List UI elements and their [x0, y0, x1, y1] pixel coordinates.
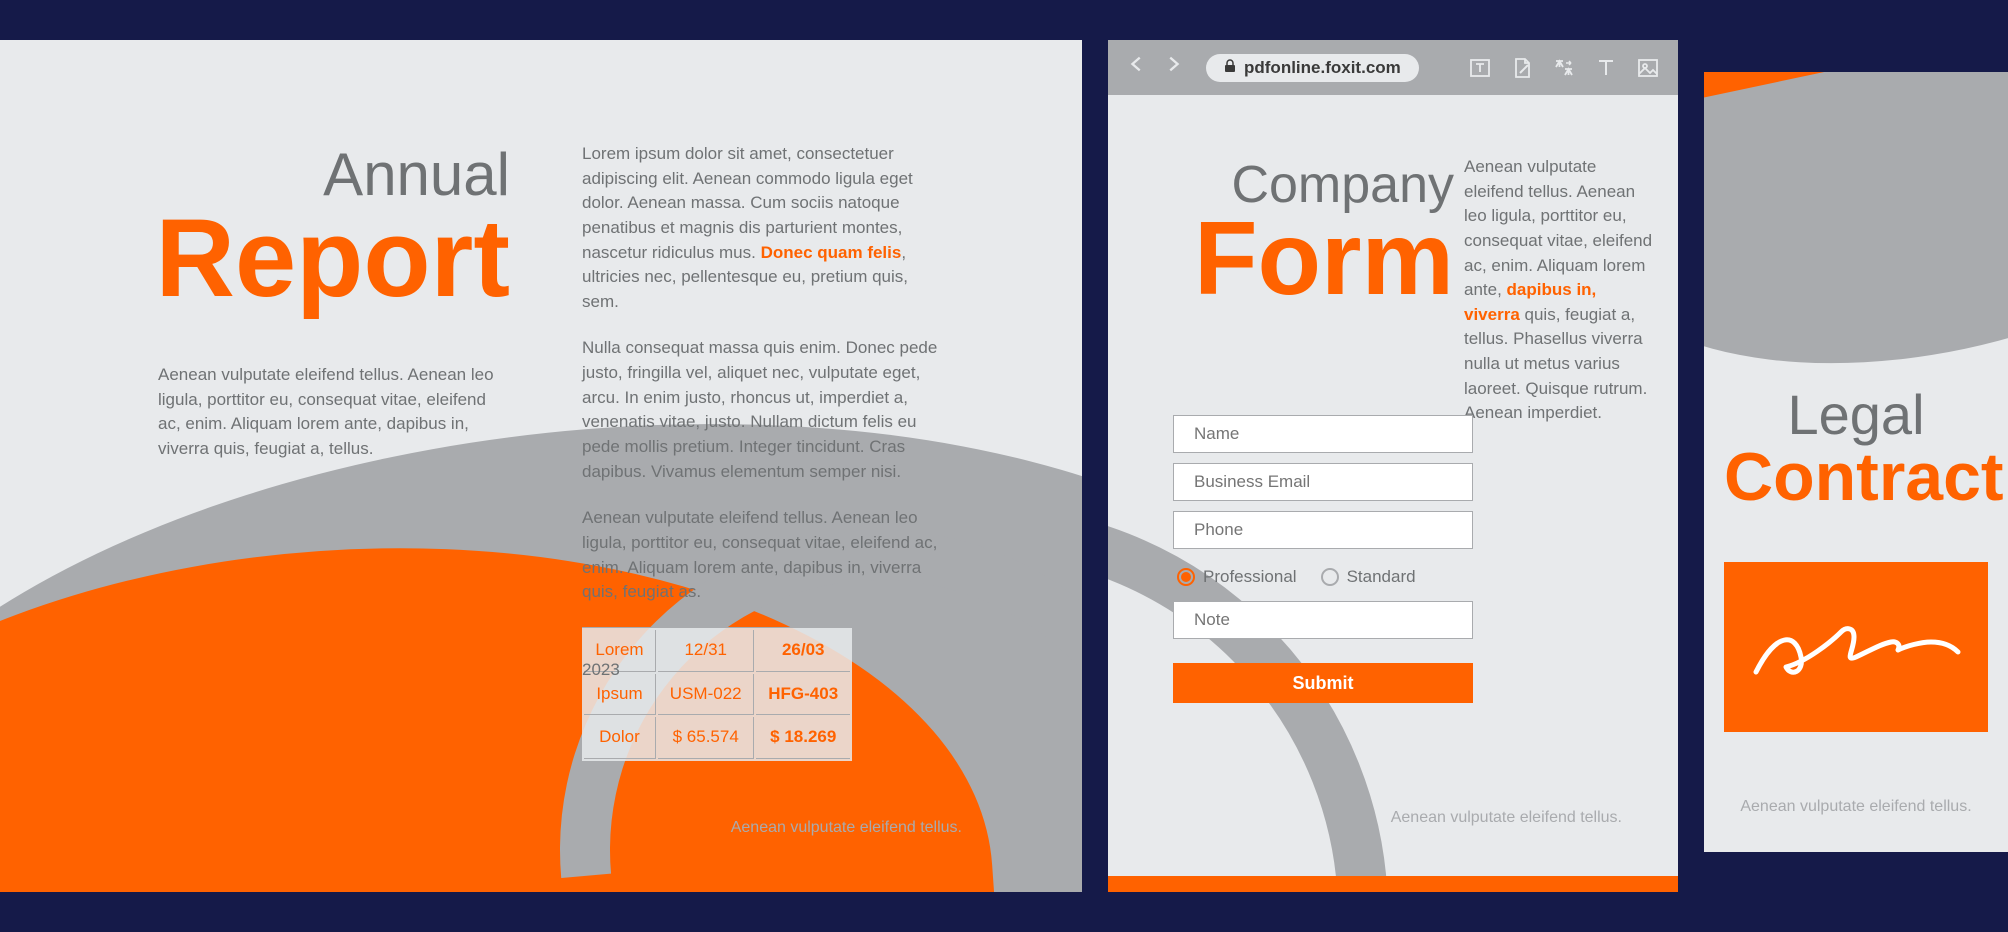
radio-label: Professional: [1203, 567, 1297, 587]
signature-block: [1724, 562, 1988, 732]
legal-contract-panel: Legal Contract Aenean vulputate eleifend…: [1704, 72, 2008, 852]
signature-icon: [1746, 602, 1966, 692]
back-arrow-icon[interactable]: [1126, 53, 1148, 82]
form-title-bold: Form: [1164, 215, 1454, 303]
report-table: Lorem 12/31 26/03 Ipsum USM-022 HFG-403 …: [582, 627, 852, 761]
table-row: Ipsum USM-022 HFG-403: [584, 674, 850, 716]
decorative-shape: [1704, 72, 2008, 421]
radio-professional[interactable]: Professional: [1177, 567, 1297, 587]
name-field[interactable]: [1173, 415, 1473, 453]
text-tool-icon[interactable]: [1594, 56, 1618, 80]
email-field[interactable]: [1173, 463, 1473, 501]
edit-page-icon[interactable]: [1510, 56, 1534, 80]
contract-title-bold: Contract: [1724, 447, 1988, 508]
annual-report-panel: Annual Report Aenean vulputate eleifend …: [0, 40, 1082, 892]
lock-icon: [1224, 59, 1236, 76]
report-intro: Aenean vulputate eleifend tellus. Aenean…: [100, 363, 510, 462]
forward-arrow-icon[interactable]: [1162, 53, 1184, 82]
report-paragraph-2: Nulla consequat massa quis enim. Donec p…: [582, 336, 942, 484]
form-paragraph: Aenean vulputate eleifend tellus. Aenean…: [1464, 155, 1654, 426]
table-cell: 26/03: [756, 630, 850, 672]
table-cell: $ 65.574: [658, 717, 755, 759]
text-box-icon[interactable]: [1468, 56, 1492, 80]
radio-checked-icon: [1177, 568, 1195, 586]
phone-field[interactable]: [1173, 511, 1473, 549]
text: Aenean vulputate eleifend tellus. Aenean…: [1464, 157, 1652, 299]
radio-standard[interactable]: Standard: [1321, 567, 1416, 587]
table-row: Dolor $ 65.574 $ 18.269: [584, 717, 850, 759]
table-cell: USM-022: [658, 674, 755, 716]
image-tool-icon[interactable]: [1636, 56, 1660, 80]
table-cell: HFG-403: [756, 674, 850, 716]
contract-footer: Aenean vulputate eleifend tellus.: [1704, 798, 2008, 816]
report-title-bold: Report: [100, 209, 510, 308]
report-paragraph-3: Aenean vulputate eleifend tellus. Aenean…: [582, 506, 942, 605]
url-bar[interactable]: pdfonline.foxit.com: [1206, 54, 1419, 82]
replace-text-icon[interactable]: [1552, 56, 1576, 80]
report-footer: Aenean vulputate eleifend tellus.: [731, 819, 962, 837]
form-frame: pdfonline.foxit.com: [1082, 0, 1704, 932]
radio-label: Standard: [1347, 567, 1416, 587]
report-year: 2023: [582, 660, 620, 680]
url-text: pdfonline.foxit.com: [1244, 58, 1401, 78]
table-cell: Dolor: [584, 717, 656, 759]
highlight-text: Donec quam felis: [761, 243, 902, 262]
form-footer: Aenean vulputate eleifend tellus.: [1391, 809, 1622, 827]
browser-toolbar: pdfonline.foxit.com: [1108, 40, 1678, 95]
decorative-shape: [1108, 876, 1678, 892]
table-row: Lorem 12/31 26/03: [584, 630, 850, 672]
company-form-panel: pdfonline.foxit.com: [1108, 40, 1678, 892]
table-cell: 12/31: [658, 630, 755, 672]
note-field[interactable]: [1173, 601, 1473, 639]
table-cell: $ 18.269: [756, 717, 850, 759]
submit-button[interactable]: Submit: [1173, 663, 1473, 703]
contract-title-thin: Legal: [1724, 382, 1988, 447]
report-paragraph-1: Lorem ipsum dolor sit amet, consectetuer…: [582, 142, 942, 314]
radio-unchecked-icon: [1321, 568, 1339, 586]
